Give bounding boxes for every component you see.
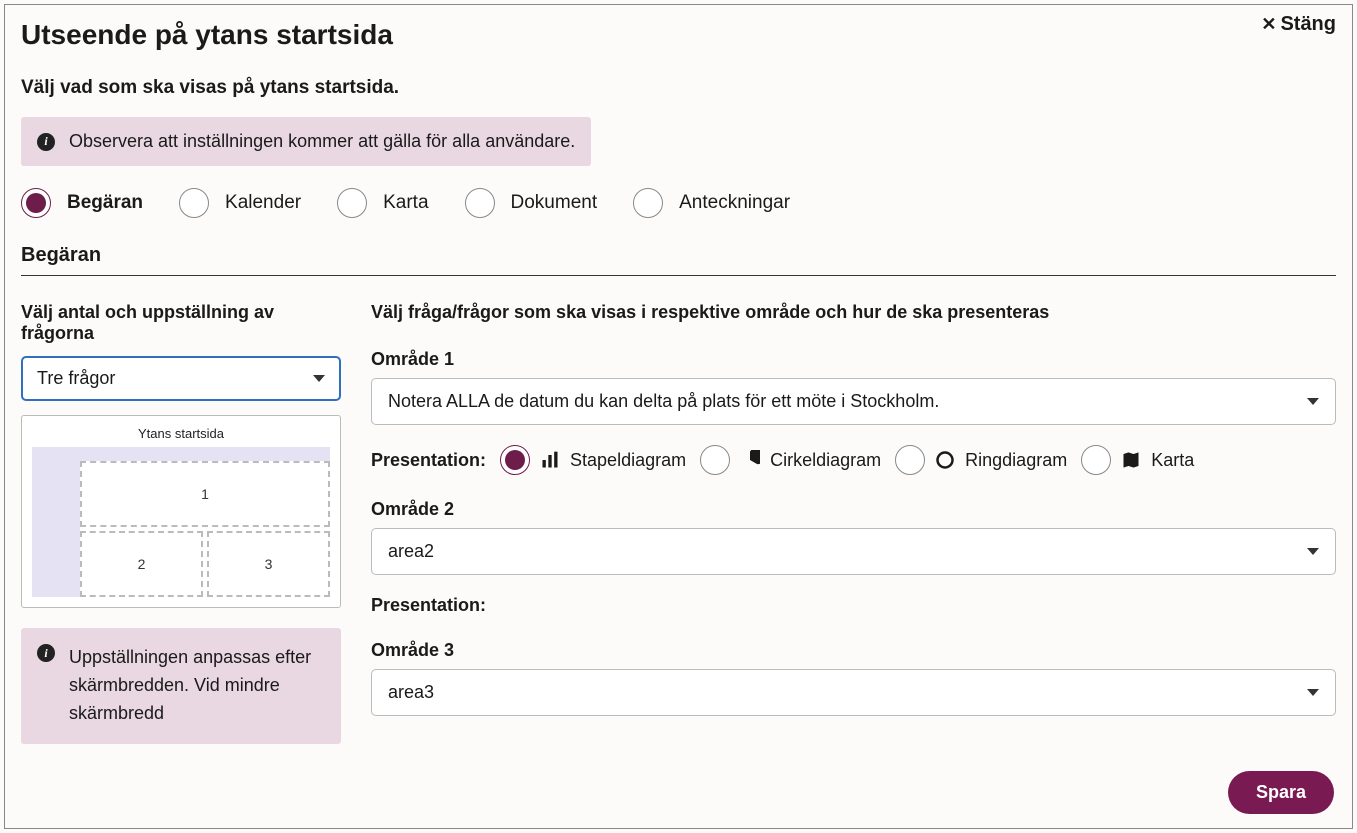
- area-1-label: Område 1: [371, 349, 1336, 370]
- radio-icon: [1081, 445, 1111, 475]
- page-title: Utseende på ytans startsida: [21, 19, 1336, 51]
- donut-chart-icon: [935, 450, 955, 470]
- radio-kalender[interactable]: Kalender: [179, 188, 301, 218]
- page-subtitle: Välj vad som ska visas på ytans startsid…: [21, 77, 1336, 99]
- radio-anteckningar[interactable]: Anteckningar: [633, 188, 790, 218]
- layout-preview: Ytans startsida 1 2 3: [21, 415, 341, 608]
- bar-chart-icon: [540, 450, 560, 470]
- radio-donut-chart[interactable]: Ringdiagram: [895, 445, 1067, 475]
- layout-info-text: Uppställningen anpassas efter skärmbredd…: [69, 644, 325, 728]
- preview-topbar: [80, 447, 330, 461]
- radio-label: Anteckningar: [679, 192, 790, 214]
- radio-label: Dokument: [511, 192, 598, 214]
- layout-label: Välj antal och uppställning av frågorna: [21, 302, 341, 344]
- radio-label: Kalender: [225, 192, 301, 214]
- presentation-row-2: Presentation:: [371, 595, 1336, 616]
- close-icon: ✕: [1261, 14, 1276, 35]
- radio-icon: [337, 188, 367, 218]
- close-label: Stäng: [1280, 13, 1336, 36]
- radio-icon: [895, 445, 925, 475]
- info-icon: i: [37, 644, 55, 662]
- radio-icon: [500, 445, 530, 475]
- left-column: Välj antal och uppställning av frågorna …: [21, 302, 341, 744]
- area-2-block: Område 2 area2 Presentation:: [371, 499, 1336, 616]
- save-button[interactable]: Spara: [1228, 771, 1334, 814]
- radio-label: Ringdiagram: [965, 450, 1067, 471]
- info-icon: i: [37, 133, 55, 151]
- preview-area-2: 2: [80, 531, 203, 597]
- chevron-down-icon: [1307, 689, 1319, 696]
- radio-icon: [21, 188, 51, 218]
- radio-label: Karta: [383, 192, 428, 214]
- radio-label: Karta: [1151, 450, 1194, 471]
- settings-dialog: ✕ Stäng Utseende på ytans startsida Välj…: [4, 4, 1353, 829]
- presentation-row-1: Presentation: Stapeldiagram Cirkeldiagra…: [371, 445, 1336, 475]
- radio-label: Begäran: [67, 192, 143, 214]
- section-divider: [21, 275, 1336, 276]
- pie-chart-icon: [740, 450, 760, 470]
- radio-karta[interactable]: Karta: [337, 188, 428, 218]
- radio-label: Cirkeldiagram: [770, 450, 881, 471]
- radio-icon: [179, 188, 209, 218]
- config-columns: Välj antal och uppställning av frågorna …: [21, 302, 1336, 744]
- radio-map[interactable]: Karta: [1081, 445, 1194, 475]
- area-3-select-value: area3: [388, 682, 434, 703]
- layout-info-banner: i Uppställningen anpassas efter skärmbre…: [21, 628, 341, 744]
- radio-bar-chart[interactable]: Stapeldiagram: [500, 445, 686, 475]
- layout-select[interactable]: Tre frågor: [21, 356, 341, 401]
- chevron-down-icon: [1307, 398, 1319, 405]
- layout-select-value: Tre frågor: [37, 368, 115, 389]
- radio-begaran[interactable]: Begäran: [21, 188, 143, 218]
- preview-area-1: 1: [80, 461, 330, 527]
- right-column: Välj fråga/frågor som ska visas i respek…: [371, 302, 1336, 744]
- presentation-label: Presentation:: [371, 450, 486, 471]
- chevron-down-icon: [313, 375, 325, 382]
- radio-dokument[interactable]: Dokument: [465, 188, 598, 218]
- areas-heading: Välj fråga/frågor som ska visas i respek…: [371, 302, 1336, 323]
- chevron-down-icon: [1307, 548, 1319, 555]
- area-3-block: Område 3 area3: [371, 640, 1336, 716]
- map-icon: [1121, 450, 1141, 470]
- global-info-text: Observera att inställningen kommer att g…: [69, 131, 575, 152]
- area-3-select[interactable]: area3: [371, 669, 1336, 716]
- area-1-block: Område 1 Notera ALLA de datum du kan del…: [371, 349, 1336, 475]
- area-1-select-value: Notera ALLA de datum du kan delta på pla…: [388, 391, 939, 412]
- close-button[interactable]: ✕ Stäng: [1261, 13, 1336, 36]
- area-3-label: Område 3: [371, 640, 1336, 661]
- area-1-select[interactable]: Notera ALLA de datum du kan delta på pla…: [371, 378, 1336, 425]
- radio-label: Stapeldiagram: [570, 450, 686, 471]
- preview-title: Ytans startsida: [32, 426, 330, 441]
- view-type-radio-group: Begäran Kalender Karta Dokument Anteckni…: [21, 188, 1336, 218]
- area-2-select[interactable]: area2: [371, 528, 1336, 575]
- radio-icon: [700, 445, 730, 475]
- presentation-label: Presentation:: [371, 595, 486, 616]
- preview-area-3: 3: [207, 531, 330, 597]
- radio-icon: [465, 188, 495, 218]
- global-info-banner: i Observera att inställningen kommer att…: [21, 117, 591, 166]
- area-2-select-value: area2: [388, 541, 434, 562]
- area-2-label: Område 2: [371, 499, 1336, 520]
- radio-pie-chart[interactable]: Cirkeldiagram: [700, 445, 881, 475]
- radio-icon: [633, 188, 663, 218]
- preview-sidebar: [32, 447, 80, 597]
- section-heading: Begäran: [21, 244, 1336, 267]
